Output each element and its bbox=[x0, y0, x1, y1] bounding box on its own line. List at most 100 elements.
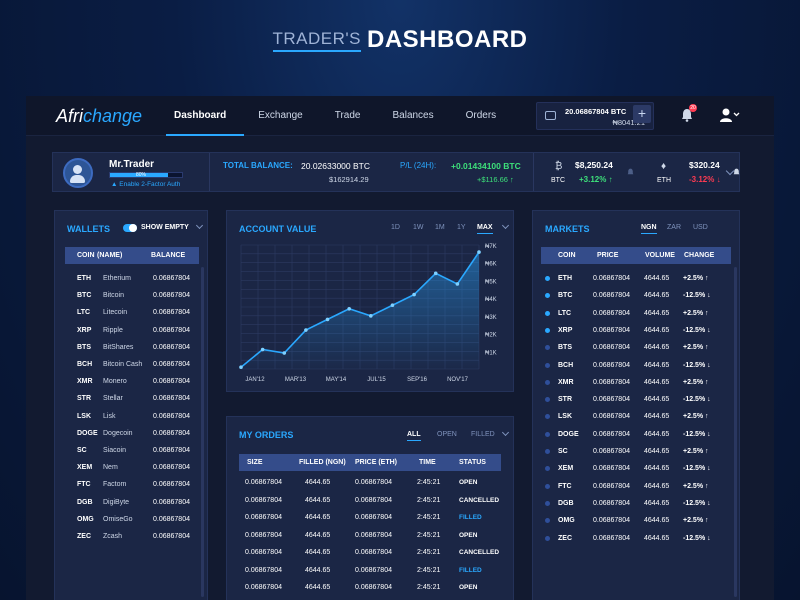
series-point bbox=[369, 314, 373, 318]
market-row[interactable]: BTS 0.06867804 4644.65 +2.5% ↑ bbox=[541, 344, 731, 361]
pl-btc: +0.01434100 BTC bbox=[451, 161, 521, 171]
market-status-dot bbox=[545, 483, 550, 489]
nav-dashboard[interactable]: Dashboard bbox=[166, 96, 245, 136]
ticker-btc[interactable]: ₿ BTC $8,250.24 +3.12% ↑ bbox=[543, 153, 643, 191]
wallet-coin-symbol: XRP bbox=[77, 326, 92, 334]
market-tab-usd[interactable]: USD bbox=[693, 224, 708, 231]
market-row[interactable]: DOGE 0.06867804 4644.65 -12.5% ↓ bbox=[541, 431, 731, 448]
series-point bbox=[347, 306, 351, 311]
nav-orders[interactable]: Orders bbox=[458, 96, 515, 136]
orders-tab-all[interactable]: ALL bbox=[407, 431, 421, 441]
order-size: 0.06867804 bbox=[245, 479, 282, 486]
wallet-row[interactable]: BTC Bitcoin 0.06867804 bbox=[65, 292, 199, 309]
wallet-row[interactable]: BTS BitShares 0.06867804 bbox=[65, 344, 199, 361]
wallet-row[interactable]: LSK Lisk 0.06867804 bbox=[65, 413, 199, 430]
market-volume: 4644.65 bbox=[644, 430, 670, 438]
ticker-eth-price: $320.24 bbox=[689, 160, 720, 170]
wallet-coin-name: Stellar bbox=[103, 395, 123, 403]
y-tick-label: ₦5K bbox=[485, 279, 497, 285]
col-volume: VOLUME bbox=[645, 252, 675, 259]
col-status: STATUS bbox=[459, 459, 486, 466]
series-point bbox=[433, 271, 438, 276]
wallet-coin-name: Bitcoin bbox=[103, 292, 125, 300]
market-row[interactable]: ZEC 0.06867804 4644.65 -12.5% ↓ bbox=[541, 535, 731, 552]
market-volume: 4644.65 bbox=[644, 309, 670, 317]
market-status-dot bbox=[545, 414, 550, 420]
market-row[interactable]: STR 0.06867804 4644.65 -12.5% ↓ bbox=[541, 396, 731, 413]
wallet-balance: 0.06867804 bbox=[153, 533, 190, 540]
wallet-balance: 0.06867804 bbox=[153, 309, 190, 317]
divider bbox=[209, 153, 210, 191]
wallet-row[interactable]: ETH Etherium 0.06867804 bbox=[65, 275, 199, 292]
market-row[interactable]: ETH 0.06867804 4644.65 +2.5% ↑ bbox=[541, 275, 731, 292]
chevron-down-icon[interactable] bbox=[501, 428, 510, 437]
wallet-row[interactable]: LTC Litecoin 0.06867804 bbox=[65, 309, 199, 326]
wallet-row[interactable]: BCH Bitcoin Cash 0.06867804 bbox=[65, 361, 199, 378]
market-row[interactable]: FTC 0.06867804 4644.65 +2.5% ↑ bbox=[541, 483, 731, 500]
wallet-row[interactable]: XEM Nem 0.06867804 bbox=[65, 464, 199, 481]
wallet-coin-symbol: ZEC bbox=[77, 533, 91, 540]
wallet-row[interactable]: ZEC Zcash 0.06867804 bbox=[65, 533, 199, 550]
order-row[interactable]: 0.06867804 4644.65 0.06867804 2:45:21 FILLED bbox=[239, 567, 501, 584]
col-balance: BALANCE bbox=[151, 252, 186, 259]
market-row[interactable]: LSK 0.06867804 4644.65 +2.5% ↑ bbox=[541, 413, 731, 430]
nav-trade[interactable]: Trade bbox=[327, 96, 379, 136]
avatar[interactable] bbox=[63, 158, 93, 188]
order-time: 2:45:21 bbox=[417, 566, 441, 574]
x-tick-label: JUL'15 bbox=[367, 377, 386, 383]
markets-scrollbar[interactable] bbox=[734, 267, 737, 597]
market-tab-ngn[interactable]: NGN bbox=[641, 224, 657, 234]
market-row[interactable]: DGB 0.06867804 4644.65 -12.5% ↓ bbox=[541, 500, 731, 517]
app-logo[interactable]: Africhange bbox=[56, 106, 142, 127]
wallet-row[interactable]: XRP Ripple 0.06867804 bbox=[65, 327, 199, 344]
market-row[interactable]: XRP 0.06867804 4644.65 -12.5% ↓ bbox=[541, 327, 731, 344]
series-point bbox=[239, 365, 243, 370]
wallets-title: WALLETS bbox=[67, 224, 110, 234]
order-price: 0.06867804 bbox=[355, 496, 392, 504]
bell-icon[interactable] bbox=[627, 168, 634, 176]
market-price: 0.06867804 bbox=[593, 448, 630, 455]
market-row[interactable]: XMR 0.06867804 4644.65 +2.5% ↑ bbox=[541, 379, 731, 396]
market-volume: 4644.65 bbox=[644, 534, 670, 542]
wallet-row[interactable]: OMG OmiseGo 0.06867804 bbox=[65, 516, 199, 533]
order-row[interactable]: 0.06867804 4644.65 0.06867804 2:45:21 CANCEL… bbox=[239, 497, 501, 514]
add-funds-button[interactable]: + bbox=[633, 105, 651, 123]
orders-tab-filled[interactable]: FILLED bbox=[471, 431, 495, 438]
order-status: CANCELLED bbox=[459, 549, 500, 556]
market-row[interactable]: LTC 0.06867804 4644.65 +2.5% ↑ bbox=[541, 310, 731, 327]
series-point bbox=[477, 250, 481, 254]
enable-2fa-link[interactable]: ▲ Enable 2-Factor Auth bbox=[111, 181, 180, 188]
order-size: 0.06867804 bbox=[245, 496, 282, 504]
logo-part-a: Afri bbox=[56, 106, 83, 126]
user-menu-icon[interactable] bbox=[720, 107, 740, 123]
market-row[interactable]: OMG 0.06867804 4644.65 +2.5% ↑ bbox=[541, 517, 731, 534]
wallet-row[interactable]: SC Siacoin 0.06867804 bbox=[65, 447, 199, 464]
order-row[interactable]: 0.06867804 4644.65 0.06867804 2:45:21 OPEN bbox=[239, 584, 501, 600]
bitcoin-icon: ₿ bbox=[555, 161, 563, 172]
chevron-down-icon[interactable] bbox=[195, 221, 204, 230]
nav-balances[interactable]: Balances bbox=[384, 96, 451, 136]
wallets-scrollbar[interactable] bbox=[201, 267, 204, 597]
wallet-row[interactable]: DGB DigiByte 0.06867804 bbox=[65, 499, 199, 516]
order-row[interactable]: 0.06867804 4644.65 0.06867804 2:45:21 FILLED bbox=[239, 514, 501, 531]
market-status-dot bbox=[545, 327, 550, 333]
orders-tab-open[interactable]: OPEN bbox=[437, 431, 457, 438]
show-empty-toggle[interactable] bbox=[123, 224, 137, 232]
market-row[interactable]: BTC 0.06867804 4644.65 -12.5% ↓ bbox=[541, 292, 731, 309]
market-row[interactable]: XEM 0.06867804 4644.65 -12.5% ↓ bbox=[541, 465, 731, 482]
order-row[interactable]: 0.06867804 4644.65 0.06867804 2:45:21 OPEN bbox=[239, 532, 501, 549]
wallet-row[interactable]: STR Stellar 0.06867804 bbox=[65, 395, 199, 412]
wallet-row[interactable]: FTC Factom 0.06867804 bbox=[65, 481, 199, 498]
wallet-coin-symbol: XMR bbox=[77, 378, 93, 386]
wallet-row[interactable]: XMR Monero 0.06867804 bbox=[65, 378, 199, 395]
wallet-balance: 0.06867804 bbox=[153, 361, 190, 368]
order-row[interactable]: 0.06867804 4644.65 0.06867804 2:45:21 CANCEL… bbox=[239, 549, 501, 566]
order-row[interactable]: 0.06867804 4644.65 0.06867804 2:45:21 OPEN bbox=[239, 479, 501, 496]
bell-icon[interactable] bbox=[733, 168, 740, 176]
wallet-row[interactable]: DOGE Dogecoin 0.06867804 bbox=[65, 430, 199, 447]
market-row[interactable]: BCH 0.06867804 4644.65 -12.5% ↓ bbox=[541, 362, 731, 379]
market-tab-zar[interactable]: ZAR bbox=[667, 224, 681, 231]
market-row[interactable]: SC 0.06867804 4644.65 +2.5% ↑ bbox=[541, 448, 731, 465]
market-status-dot bbox=[545, 535, 550, 541]
nav-exchange[interactable]: Exchange bbox=[250, 96, 320, 136]
